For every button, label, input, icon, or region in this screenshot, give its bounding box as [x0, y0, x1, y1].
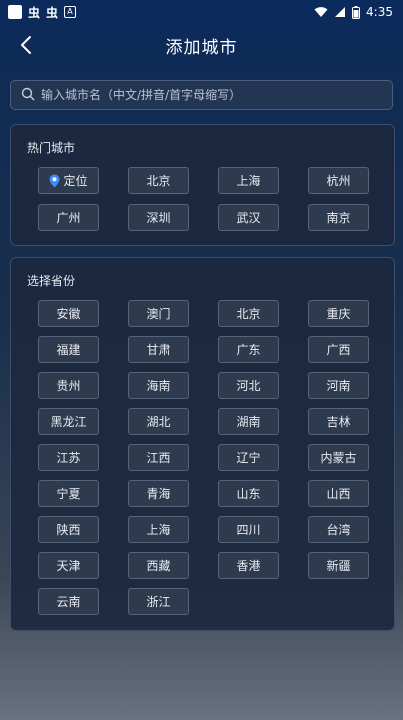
province-chip[interactable]: 辽宁	[218, 444, 279, 471]
province-chip[interactable]: 湖南	[218, 408, 279, 435]
province-chip[interactable]: 河南	[308, 372, 369, 399]
notification-a-icon: A	[64, 6, 77, 18]
city-chip[interactable]: 南京	[308, 204, 369, 231]
province-chip[interactable]: 香港	[218, 552, 279, 579]
province-chip[interactable]: 黑龙江	[38, 408, 99, 435]
provinces-title: 选择省份	[27, 274, 76, 288]
notification-app-icon: 虫	[46, 5, 59, 20]
province-chip[interactable]: 浙江	[128, 588, 189, 615]
province-chip[interactable]: 福建	[38, 336, 99, 363]
province-chip[interactable]: 西藏	[128, 552, 189, 579]
province-chip[interactable]: 天津	[38, 552, 99, 579]
location-pin-icon	[49, 174, 60, 188]
city-chip[interactable]: 武汉	[218, 204, 279, 231]
city-chip[interactable]: 北京	[128, 167, 189, 194]
province-chip[interactable]: 山东	[218, 480, 279, 507]
province-chip[interactable]: 上海	[128, 516, 189, 543]
provinces-panel: 选择省份 安徽 澳门 北京 重庆 福建 甘肃 广东 广西 贵州 海南 河北 河南…	[10, 257, 395, 631]
search-box[interactable]	[10, 80, 393, 110]
province-chip[interactable]: 江苏	[38, 444, 99, 471]
province-chip[interactable]: 台湾	[308, 516, 369, 543]
back-button[interactable]	[14, 32, 38, 58]
chevron-left-icon	[21, 36, 31, 54]
hot-cities-grid: 定位 北京 上海 杭州 广州 深圳 武汉 南京	[38, 167, 369, 231]
battery-icon	[352, 5, 361, 19]
province-chip[interactable]: 贵州	[38, 372, 99, 399]
nav-bar: 添加城市	[0, 24, 403, 66]
province-chip[interactable]: 海南	[128, 372, 189, 399]
city-chip[interactable]: 深圳	[128, 204, 189, 231]
status-left: 虫 虫 A	[8, 4, 77, 21]
city-chip-label: 定位	[63, 174, 88, 188]
province-chip[interactable]: 四川	[218, 516, 279, 543]
province-chip[interactable]: 广西	[308, 336, 369, 363]
provinces-grid: 安徽 澳门 北京 重庆 福建 甘肃 广东 广西 贵州 海南 河北 河南 黑龙江 …	[38, 300, 369, 615]
province-chip[interactable]: 新疆	[308, 552, 369, 579]
hot-cities-title: 热门城市	[27, 141, 76, 155]
city-chip[interactable]: 杭州	[308, 167, 369, 194]
notification-app-icon: 虫	[28, 5, 41, 20]
province-chip[interactable]: 陕西	[38, 516, 99, 543]
page-title: 添加城市	[165, 37, 238, 58]
hot-cities-panel: 热门城市 定位 北京 上海 杭州 广州 深圳 武汉 南京	[10, 124, 395, 246]
wifi-icon	[314, 6, 328, 18]
city-chip[interactable]: 上海	[218, 167, 279, 194]
status-right: 4:35	[314, 5, 393, 19]
province-chip[interactable]: 澳门	[128, 300, 189, 327]
province-chip[interactable]: 云南	[38, 588, 99, 615]
status-bar: 虫 虫 A 4:35	[0, 0, 403, 24]
notification-square-icon	[8, 5, 22, 19]
city-chip-locate[interactable]: 定位	[38, 167, 99, 194]
province-chip[interactable]: 广东	[218, 336, 279, 363]
search-icon	[21, 86, 35, 105]
status-time: 4:35	[366, 5, 393, 19]
province-chip[interactable]: 重庆	[308, 300, 369, 327]
province-chip[interactable]: 青海	[128, 480, 189, 507]
signal-icon	[334, 6, 346, 18]
province-chip[interactable]: 河北	[218, 372, 279, 399]
province-chip[interactable]: 山西	[308, 480, 369, 507]
province-chip[interactable]: 内蒙古	[308, 444, 369, 471]
province-chip[interactable]: 吉林	[308, 408, 369, 435]
province-chip[interactable]: 北京	[218, 300, 279, 327]
province-chip[interactable]: 安徽	[38, 300, 99, 327]
city-chip[interactable]: 广州	[38, 204, 99, 231]
province-chip[interactable]: 甘肃	[128, 336, 189, 363]
province-chip[interactable]: 宁夏	[38, 480, 99, 507]
province-chip[interactable]: 江西	[128, 444, 189, 471]
search-input[interactable]	[41, 88, 392, 102]
province-chip[interactable]: 湖北	[128, 408, 189, 435]
